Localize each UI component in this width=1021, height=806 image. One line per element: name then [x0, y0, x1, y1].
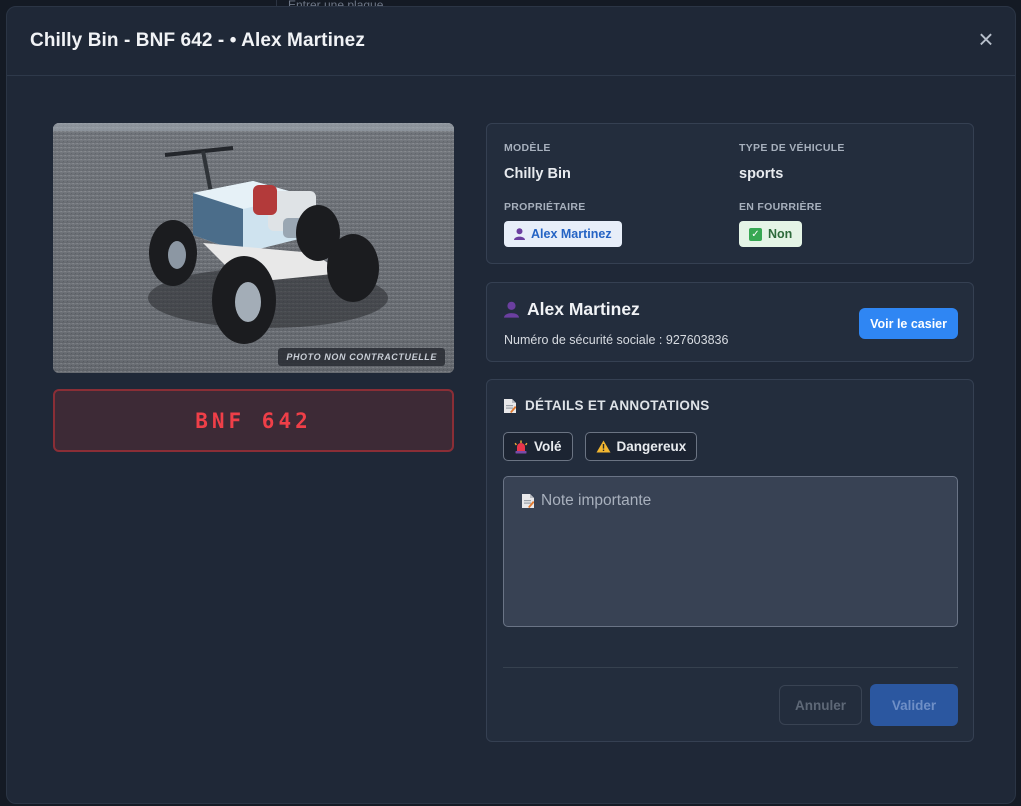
model-value: Chilly Bin [504, 166, 571, 182]
tag-dangerous-label: Dangereux [616, 439, 687, 454]
owner-pill-label: Alex Martinez [531, 227, 612, 241]
modal-header: Chilly Bin - BNF 642 - • Alex Martinez × [7, 7, 1015, 76]
owner-ssn: Numéro de sécurité sociale : 927603836 [504, 333, 729, 347]
impound-cell: EN FOURRIÈRE ✓ Non [739, 201, 822, 247]
tag-stolen-label: Volé [534, 439, 562, 454]
tag-dangerous[interactable]: Dangereux [584, 432, 698, 461]
owner-name: Alex Martinez [527, 299, 640, 319]
modal-title: Chilly Bin - BNF 642 - • Alex Martinez [30, 30, 365, 51]
annotations-card: DÉTAILS ET ANNOTATIONS Volé Dangereux No… [486, 379, 974, 742]
close-icon[interactable]: × [973, 26, 999, 53]
user-icon [504, 301, 519, 318]
model-cell: MODÈLE Chilly Bin [504, 142, 571, 182]
photo-disclaimer-badge: PHOTO NON CONTRACTUELLE [278, 348, 445, 366]
check-icon: ✓ [749, 227, 762, 241]
owner-label: PROPRIÉTAIRE [504, 201, 586, 213]
vehicle-info-card: MODÈLE Chilly Bin TYPE DE VÉHICULE sport… [486, 123, 974, 264]
cancel-button[interactable]: Annuler [779, 685, 862, 725]
impound-status-badge: ✓ Non [739, 221, 803, 247]
note-textarea[interactable]: Note importante [503, 476, 958, 627]
model-label: MODÈLE [504, 142, 551, 154]
owner-cell: PROPRIÉTAIRE Alex Martinez [504, 201, 622, 247]
vehicle-photo: PHOTO NON CONTRACTUELLE [53, 123, 454, 373]
impound-label: EN FOURRIÈRE [739, 201, 822, 213]
vehicle-column: PHOTO NON CONTRACTUELLE BNF 642 [53, 123, 454, 452]
siren-icon [514, 440, 528, 453]
validate-button[interactable]: Valider [870, 684, 958, 726]
vehicle-image [53, 123, 454, 373]
memo-icon [522, 494, 534, 508]
annotations-divider [503, 667, 958, 668]
owner-pill[interactable]: Alex Martinez [504, 221, 622, 247]
license-plate: BNF 642 [53, 389, 454, 452]
type-cell: TYPE DE VÉHICULE sports [739, 142, 845, 182]
type-value: sports [739, 166, 784, 182]
impound-status-label: Non [768, 227, 793, 241]
annotations-title: DÉTAILS ET ANNOTATIONS [525, 398, 710, 413]
tag-stolen[interactable]: Volé [503, 432, 573, 461]
annotations-heading: DÉTAILS ET ANNOTATIONS [504, 398, 710, 413]
details-column: MODÈLE Chilly Bin TYPE DE VÉHICULE sport… [486, 123, 974, 742]
document-icon [504, 398, 516, 413]
note-placeholder: Note importante [522, 492, 651, 510]
owner-heading: Alex Martinez [504, 299, 640, 320]
owner-card: Alex Martinez Numéro de sécurité sociale… [486, 282, 974, 362]
view-record-button[interactable]: Voir le casier [859, 308, 958, 339]
type-label: TYPE DE VÉHICULE [739, 142, 845, 154]
tag-list: Volé Dangereux [503, 432, 698, 461]
warning-icon [596, 440, 611, 453]
vehicle-modal: Chilly Bin - BNF 642 - • Alex Martinez × [6, 6, 1016, 804]
note-placeholder-text: Note importante [541, 492, 652, 509]
user-icon [514, 228, 525, 240]
